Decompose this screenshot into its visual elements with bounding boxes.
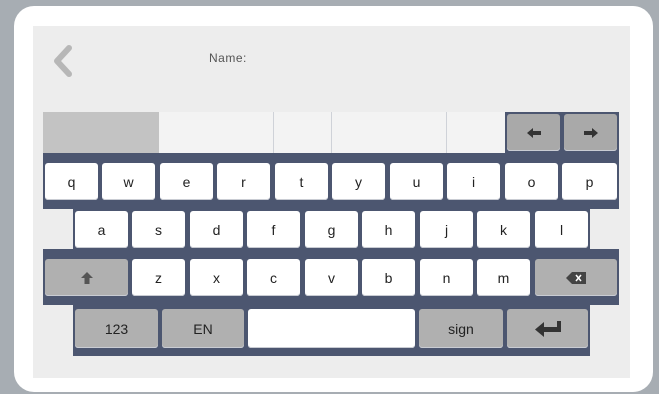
input-divider xyxy=(446,112,447,153)
shift-button[interactable] xyxy=(45,259,128,296)
row-indent xyxy=(43,305,73,356)
key-u[interactable]: u xyxy=(390,163,443,200)
cursor-right-button[interactable] xyxy=(564,114,617,151)
key-f[interactable]: f xyxy=(247,211,300,248)
key-h[interactable]: h xyxy=(362,211,415,248)
shift-up-icon xyxy=(80,271,93,284)
row-indent xyxy=(590,209,619,249)
backspace-icon xyxy=(566,271,586,284)
arrow-right-icon xyxy=(583,127,598,138)
row-indent xyxy=(43,209,73,249)
key-g[interactable]: g xyxy=(305,211,358,248)
input-divider xyxy=(331,112,332,153)
key-r[interactable]: r xyxy=(217,163,270,200)
backspace-button[interactable] xyxy=(535,259,617,296)
key-z[interactable]: z xyxy=(132,259,185,296)
key-w[interactable]: w xyxy=(102,163,155,200)
language-button[interactable]: EN xyxy=(162,309,244,348)
key-y[interactable]: y xyxy=(332,163,385,200)
cursor-left-button[interactable] xyxy=(507,114,560,151)
enter-button[interactable] xyxy=(507,309,588,348)
input-highlight xyxy=(43,112,159,153)
arrow-left-icon xyxy=(526,127,541,138)
key-n[interactable]: n xyxy=(420,259,473,296)
key-a[interactable]: a xyxy=(75,211,128,248)
key-v[interactable]: v xyxy=(305,259,358,296)
key-s[interactable]: s xyxy=(132,211,185,248)
key-q[interactable]: q xyxy=(45,163,98,200)
numbers-button[interactable]: 123 xyxy=(75,309,158,348)
back-button[interactable] xyxy=(50,44,76,78)
chevron-left-icon xyxy=(54,45,72,77)
row-indent xyxy=(590,305,619,356)
sign-button[interactable]: sign xyxy=(419,309,503,348)
key-d[interactable]: d xyxy=(190,211,243,248)
key-o[interactable]: o xyxy=(505,163,558,200)
key-b[interactable]: b xyxy=(362,259,415,296)
key-x[interactable]: x xyxy=(190,259,243,296)
name-label: Name: xyxy=(209,51,247,65)
key-e[interactable]: e xyxy=(160,163,213,200)
key-p[interactable]: p xyxy=(562,163,617,200)
key-j[interactable]: j xyxy=(420,211,473,248)
space-bar[interactable] xyxy=(248,309,415,348)
input-divider xyxy=(273,112,274,153)
key-m[interactable]: m xyxy=(477,259,530,296)
key-k[interactable]: k xyxy=(477,211,530,248)
key-l[interactable]: l xyxy=(535,211,588,248)
key-t[interactable]: t xyxy=(275,163,328,200)
enter-icon xyxy=(534,320,561,337)
key-i[interactable]: i xyxy=(447,163,500,200)
key-c[interactable]: c xyxy=(247,259,300,296)
